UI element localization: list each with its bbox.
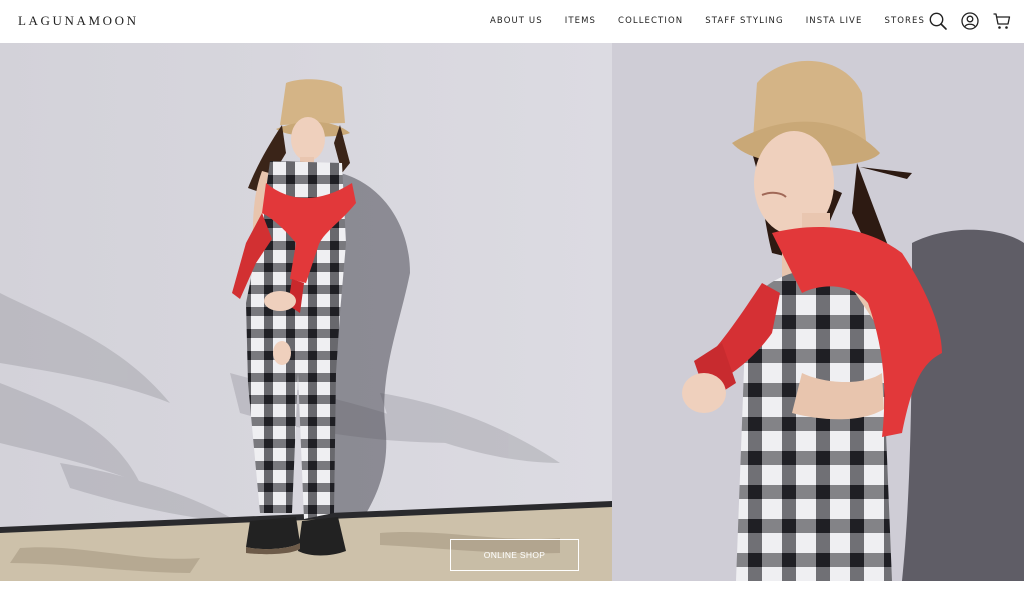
hero-photo-right-illustration (612, 43, 1024, 581)
online-shop-button[interactable]: ONLINE SHOP (450, 539, 579, 571)
nav-item-insta-live[interactable]: INSTA LIVE (806, 16, 863, 26)
search-icon[interactable] (928, 11, 948, 31)
hero-section: ONLINE SHOP (0, 43, 1024, 581)
nav-item-staff-styling[interactable]: STAFF STYLING (705, 16, 784, 26)
nav-item-stores[interactable]: STORES (884, 16, 925, 26)
header-icons (928, 11, 1012, 31)
account-icon[interactable] (960, 11, 980, 31)
nav-item-collection[interactable]: COLLECTION (618, 16, 683, 26)
hero-photo-closeup (612, 43, 1024, 581)
hero-photo-full-length (0, 43, 612, 581)
nav-item-about-us[interactable]: ABOUT US (490, 16, 543, 26)
nav-item-items[interactable]: ITEMS (565, 16, 596, 26)
site-header: LAGUNAMOON ABOUT US ITEMS COLLECTION STA… (0, 0, 1024, 43)
brand-logo[interactable]: LAGUNAMOON (18, 13, 139, 29)
cart-icon[interactable] (992, 11, 1012, 31)
hero-photo-left-illustration (0, 43, 612, 581)
main-nav: ABOUT US ITEMS COLLECTION STAFF STYLING … (490, 16, 947, 26)
